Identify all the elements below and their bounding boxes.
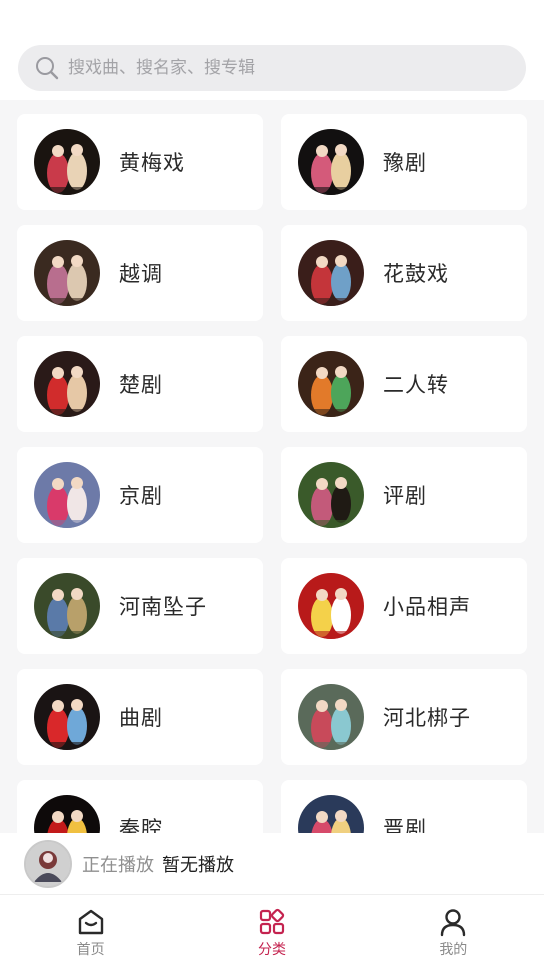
category-thumbnail [34, 795, 100, 833]
category-card[interactable]: 河北梆子 [281, 669, 527, 765]
search-bar[interactable] [18, 45, 526, 91]
profile-icon [441, 909, 466, 937]
category-thumbnail [34, 240, 100, 306]
category-card[interactable]: 晋剧 [281, 780, 527, 833]
category-thumbnail [34, 462, 100, 528]
category-label: 楚剧 [119, 373, 163, 397]
now-playing-status: 暂无播放 [162, 854, 234, 876]
home-icon [78, 909, 103, 935]
category-label: 黄梅戏 [119, 151, 185, 175]
category-thumbnail [34, 684, 100, 750]
category-thumbnail [298, 684, 364, 750]
category-card[interactable]: 二人转 [281, 336, 527, 432]
category-label: 晋剧 [383, 817, 427, 833]
now-playing-bar[interactable]: 正在播放 暂无播放 [0, 833, 544, 895]
search-icon [36, 57, 59, 80]
tab-category-label: 分类 [257, 942, 286, 958]
search-input[interactable] [68, 53, 488, 83]
category-card[interactable]: 豫剧 [281, 114, 527, 210]
category-card[interactable]: 黄梅戏 [17, 114, 263, 210]
category-card[interactable]: 小品相声 [281, 558, 527, 654]
category-label: 花鼓戏 [383, 262, 449, 286]
category-label: 曲剧 [119, 706, 163, 730]
category-list[interactable]: 黄梅戏 豫剧越调 花鼓戏楚剧 二人转京剧 评剧河南坠子 小品相声曲剧 河北梆子秦腔 晋剧 [0, 100, 544, 833]
tab-profile[interactable]: 我的 [363, 895, 544, 968]
category-card[interactable]: 楚剧 [17, 336, 263, 432]
category-label: 评剧 [383, 484, 427, 508]
category-icon [259, 908, 285, 935]
category-label: 秦腔 [119, 817, 163, 833]
category-thumbnail [298, 351, 364, 417]
tab-home-label: 首页 [76, 942, 105, 958]
category-card[interactable]: 曲剧 [17, 669, 263, 765]
tab-category[interactable]: 分类 [181, 895, 362, 968]
category-card[interactable]: 越调 [17, 225, 263, 321]
category-label: 越调 [119, 262, 163, 286]
category-label: 河北梆子 [383, 706, 471, 730]
category-card[interactable]: 评剧 [281, 447, 527, 543]
tab-home[interactable]: 首页 [0, 895, 181, 968]
category-label: 河南坠子 [119, 595, 207, 619]
category-thumbnail [298, 795, 364, 833]
category-thumbnail [34, 129, 100, 195]
category-thumbnail [298, 462, 364, 528]
category-card[interactable]: 河南坠子 [17, 558, 263, 654]
category-thumbnail [298, 129, 364, 195]
category-thumbnail [298, 573, 364, 639]
category-label: 小品相声 [383, 595, 471, 619]
tab-profile-label: 我的 [439, 942, 468, 958]
category-thumbnail [34, 573, 100, 639]
category-thumbnail [34, 351, 100, 417]
category-card[interactable]: 京剧 [17, 447, 263, 543]
category-label: 京剧 [119, 484, 163, 508]
category-card[interactable]: 花鼓戏 [281, 225, 527, 321]
category-thumbnail [298, 240, 364, 306]
category-label: 豫剧 [383, 151, 427, 175]
category-grid: 黄梅戏 豫剧越调 花鼓戏楚剧 二人转京剧 评剧河南坠子 小品相声曲剧 河北梆子秦腔 晋剧 [17, 114, 527, 833]
category-label: 二人转 [383, 373, 449, 397]
category-card[interactable]: 秦腔 [17, 780, 263, 833]
top-bar [0, 0, 544, 100]
player-avatar[interactable] [24, 839, 72, 888]
bottom-tab-bar: 首页 分类 我的 [0, 895, 544, 968]
now-playing-label: 正在播放 [82, 854, 154, 876]
